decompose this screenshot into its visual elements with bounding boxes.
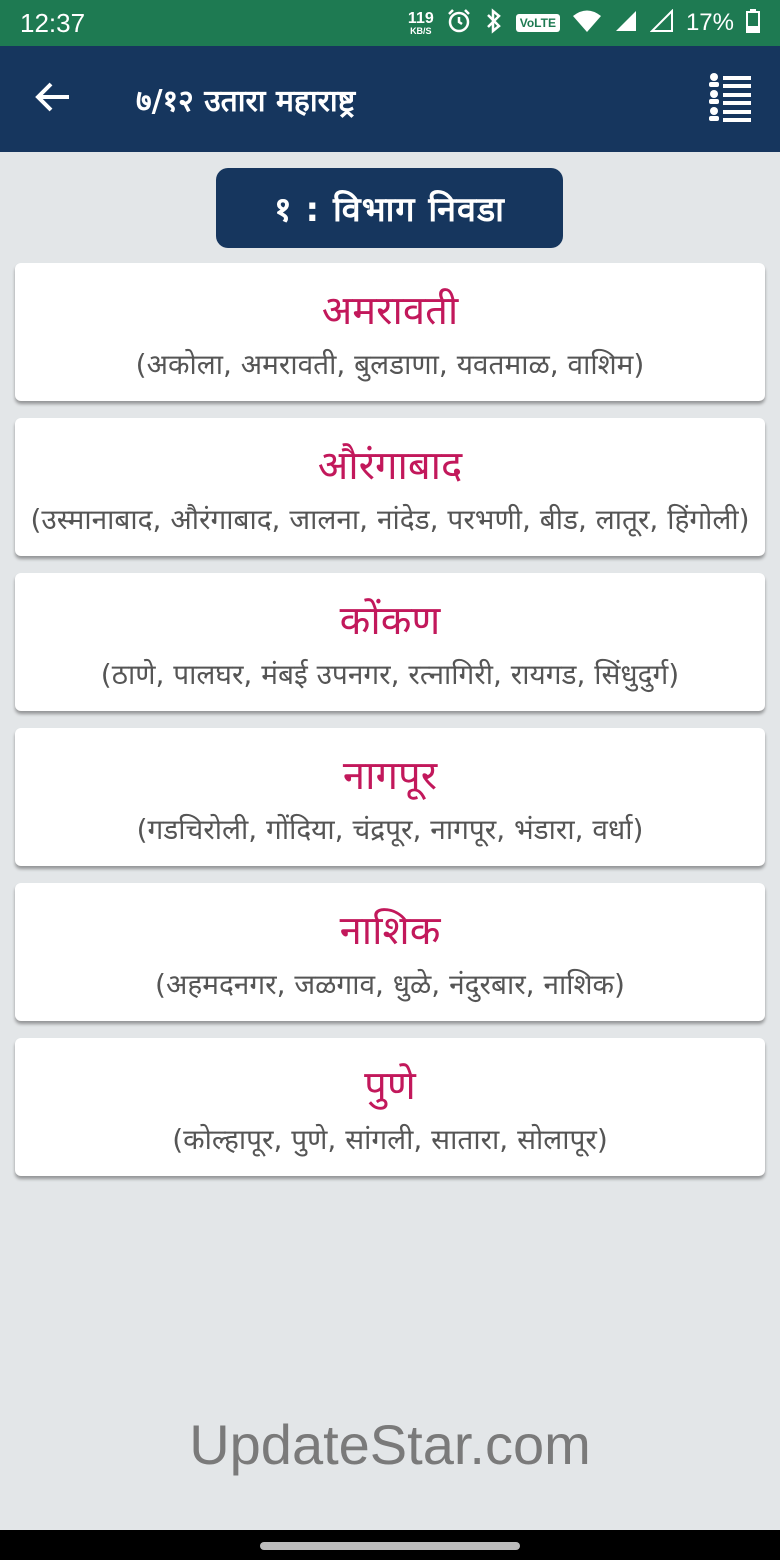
battery-icon xyxy=(746,8,760,38)
gesture-handle[interactable] xyxy=(260,1542,520,1550)
bluetooth-icon xyxy=(484,7,504,39)
division-districts: (अकोला, अमरावती, बुलडाणा, यवतमाळ, वाशिम) xyxy=(135,348,645,381)
network-speed: 119 KB/S xyxy=(407,9,434,36)
division-districts: (उस्मानाबाद, औरंगाबाद, जालना, नांदेड, पर… xyxy=(30,503,750,536)
signal-icon xyxy=(614,9,638,38)
battery-percent: 17% xyxy=(685,9,734,36)
navigation-bar xyxy=(0,1530,780,1560)
alarm-icon xyxy=(446,8,472,39)
watermark: UpdateStar.com xyxy=(189,1413,591,1476)
signal-icon-2 xyxy=(649,8,674,38)
division-name: औरंगाबाद xyxy=(317,443,463,489)
back-button[interactable] xyxy=(0,46,106,152)
division-districts: (गडचिरोली, गोंदिया, चंद्रपूर, नागपूर, भं… xyxy=(136,813,644,846)
arrow-left-icon xyxy=(35,81,71,117)
division-list: अमरावती (अकोला, अमरावती, बुलडाणा, यवतमाळ… xyxy=(15,263,765,1193)
wifi-icon xyxy=(572,9,602,38)
division-card-konkan[interactable]: कोंकण (ठाणे, पालघर, मंबई उपनगर, रत्नागिर… xyxy=(15,573,765,711)
division-name: कोंकण xyxy=(339,598,441,644)
status-icons: 119 KB/S VoLTE 17% xyxy=(407,7,760,39)
division-name: नाशिक xyxy=(339,908,441,954)
network-speed-unit: KB/S xyxy=(410,25,432,36)
division-card-aurangabad[interactable]: औरंगाबाद (उस्मानाबाद, औरंगाबाद, जालना, न… xyxy=(15,418,765,556)
division-districts: (अहमदनगर, जळगाव, धुळे, नंदुरबार, नाशिक) xyxy=(155,968,625,1001)
division-card-pune[interactable]: पुणे (कोल्हापूर, पुणे, सांगली, सातारा, स… xyxy=(15,1038,765,1176)
volte-badge: VoLTE xyxy=(515,14,560,32)
division-name: अमरावती xyxy=(321,288,459,334)
division-districts: (ठाणे, पालघर, मंबई उपनगर, रत्नागिरी, राय… xyxy=(100,658,680,691)
user-list-icon xyxy=(708,72,752,126)
division-districts: (कोल्हापूर, पुणे, सांगली, सातारा, सोलापू… xyxy=(172,1123,608,1156)
division-card-nagpur[interactable]: नागपूर (गडचिरोली, गोंदिया, चंद्रपूर, नाग… xyxy=(15,728,765,866)
division-name: पुणे xyxy=(364,1063,416,1109)
status-time: 12:37 xyxy=(20,7,86,38)
division-card-amravati[interactable]: अमरावती (अकोला, अमरावती, बुलडाणा, यवतमाळ… xyxy=(15,263,765,401)
list-menu-button[interactable] xyxy=(690,46,770,152)
division-name: नागपूर xyxy=(342,753,438,799)
status-bar: 12:37 119 KB/S VoLTE 17% xyxy=(0,0,780,46)
division-card-nashik[interactable]: नाशिक (अहमदनगर, जळगाव, धुळे, नंदुरबार, न… xyxy=(15,883,765,1021)
page-title: ७/१२ उतारा महाराष्ट्र xyxy=(136,83,356,119)
step-header: १ : विभाग निवडा xyxy=(216,168,563,248)
network-speed-value: 119 xyxy=(407,9,434,27)
app-bar: ७/१२ उतारा महाराष्ट्र xyxy=(0,46,780,152)
